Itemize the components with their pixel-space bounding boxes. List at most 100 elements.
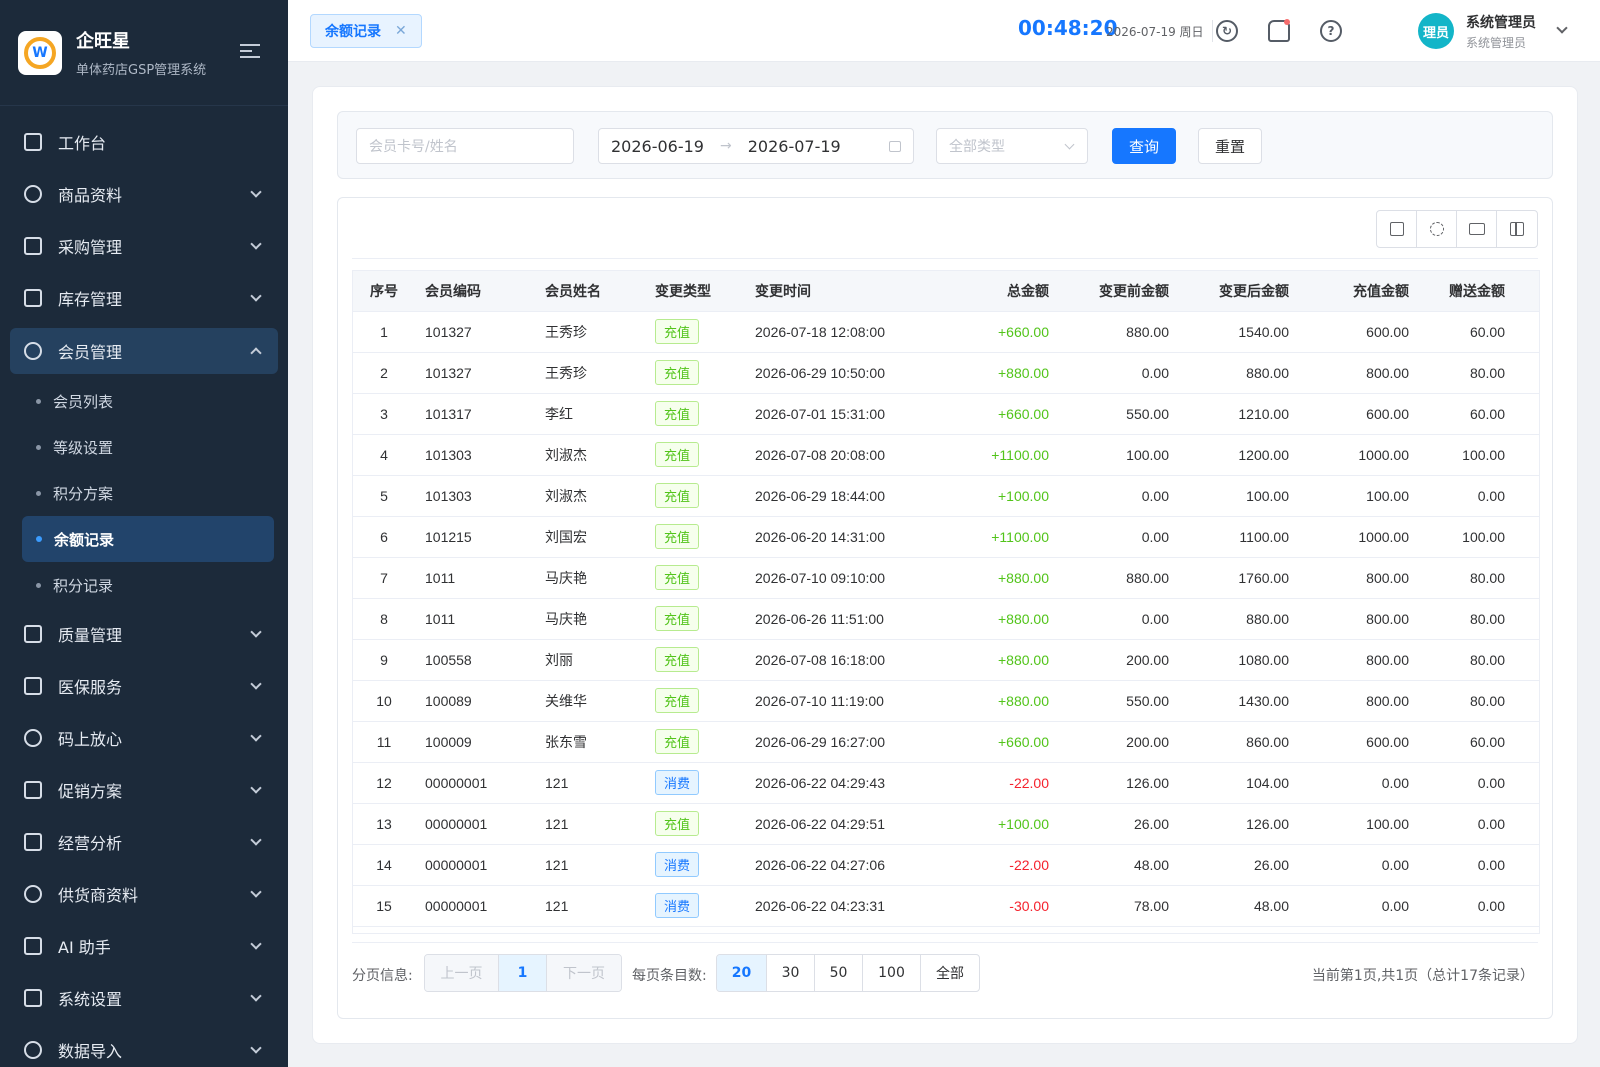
settings-button[interactable] [1417, 211, 1457, 247]
column-header[interactable]: 变更类型 [645, 271, 745, 312]
chevron-down-icon [250, 626, 262, 638]
table-row[interactable]: 13 00000001 121 充值 2026-06-22 04:29:51 +100.0… [353, 803, 1539, 845]
bell-icon[interactable] [1268, 19, 1290, 42]
print-button[interactable] [1457, 211, 1497, 247]
page-size-option[interactable]: 全部 [921, 955, 979, 991]
sidebar-item-3[interactable]: 库存管理 [0, 272, 288, 324]
table-row[interactable]: 14 00000001 121 消费 2026-06-22 04:27:06 -22.00… [353, 844, 1539, 886]
sidebar-subitem-0[interactable]: 会员列表 [22, 378, 274, 424]
sidebar-item-1[interactable]: 商品资料 [0, 168, 288, 220]
table-cell: 600.00 [1305, 311, 1425, 353]
date-range-picker[interactable]: 2026-06-19 → 2026-07-19 [598, 128, 914, 164]
sidebar-item-4[interactable]: 会员管理 [10, 328, 278, 374]
column-header[interactable]: 变更时间 [745, 271, 955, 312]
search-bar: 会员卡号/姓名 2026-06-19 → 2026-07-19 全部类型 查询 … [337, 111, 1553, 179]
table-row[interactable]: 12 00000001 121 消费 2026-06-22 04:29:43 -22.00… [353, 762, 1539, 804]
sidebar-subitem-2[interactable]: 积分方案 [22, 470, 274, 516]
sidebar-subitem-3[interactable]: 余额记录 [22, 516, 274, 562]
table-cell: 108.00 [1065, 926, 1185, 933]
table-cell: 101303 [415, 434, 535, 476]
table-cell: 600.00 [1305, 393, 1425, 435]
sidebar-subitem-1[interactable]: 等级设置 [22, 424, 274, 470]
sidebar-item-2[interactable]: 采购管理 [0, 220, 288, 272]
table-cell: 2026-06-22 04:23:31 [745, 885, 955, 927]
table-cell: 8 [353, 598, 415, 640]
prev-page-button[interactable]: 上一页 [425, 955, 499, 991]
tab-balance-records[interactable]: 余额记录 ✕ [310, 14, 422, 48]
tab-label: 余额记录 [325, 24, 381, 40]
bullet-icon [36, 490, 41, 496]
table-row[interactable]: 11 100009 张东雪 充值 2026-06-29 16:27:00 +660.00 2… [353, 721, 1539, 763]
page-size-option[interactable]: 20 [717, 955, 767, 991]
page-size-option[interactable]: 30 [767, 955, 815, 991]
sidebar-item-0[interactable]: 工作台 [0, 116, 288, 168]
table-row[interactable]: 3 101317 李红 充值 2026-07-01 15:31:00 +660.00 550… [353, 393, 1539, 435]
column-header[interactable]: 序号 [353, 271, 415, 312]
table-row[interactable]: 2 101327 王秀珍 充值 2026-06-29 10:50:00 +880.00 0.… [353, 352, 1539, 394]
table-row[interactable]: 1 101327 王秀珍 充值 2026-07-18 12:08:00 +660.00 88… [353, 311, 1539, 353]
column-header[interactable]: 会员姓名 [535, 271, 645, 312]
columns-button[interactable] [1497, 211, 1537, 247]
column-header[interactable]: 变更前金额 [1065, 271, 1185, 312]
sidebar-subitem-4[interactable]: 积分记录 [22, 562, 274, 608]
table-row[interactable]: 5 101303 刘淑杰 充值 2026-06-29 18:44:00 +100.00 0.… [353, 475, 1539, 517]
sidebar-item-6[interactable]: 医保服务 [0, 660, 288, 712]
table-row[interactable]: 4 101303 刘淑杰 充值 2026-07-08 20:08:00 +1100.00 1… [353, 434, 1539, 476]
column-header[interactable]: 充值金额 [1305, 271, 1425, 312]
avatar[interactable]: 理员 [1418, 13, 1454, 49]
chevron-down-icon [250, 782, 262, 794]
user-name[interactable]: 系统管理员 [1466, 12, 1536, 32]
table-cell: 550.00 [1065, 393, 1185, 435]
table-cell: 1200.00 [1185, 434, 1305, 476]
table-cell: 1540.00 [1185, 311, 1305, 353]
dashboard-icon [24, 133, 42, 151]
column-header[interactable]: 会员编码 [415, 271, 535, 312]
sidebar-item-8[interactable]: 促销方案 [0, 764, 288, 816]
column-header[interactable]: 总金额 [955, 271, 1065, 312]
page-size-option[interactable]: 100 [863, 955, 921, 991]
sidebar-item-5[interactable]: 质量管理 [0, 608, 288, 660]
table-row[interactable]: 8 1011 马庆艳 充值 2026-06-26 11:51:00 +880.00 0.00… [353, 598, 1539, 640]
table-cell: 2 [353, 352, 415, 394]
table-row[interactable]: 9 100558 刘丽 充值 2026-07-08 16:18:00 +880.00 200… [353, 639, 1539, 681]
column-header[interactable]: 赠送金额 [1425, 271, 1539, 312]
table-cell: 13 [353, 803, 415, 845]
sidebar-item-11[interactable]: AI 助手 [0, 920, 288, 972]
sidebar-item-10[interactable]: 供货商资料 [0, 868, 288, 920]
member-search-input[interactable]: 会员卡号/姓名 [356, 128, 574, 164]
table-cell: +100.00 [955, 475, 1065, 517]
table-cell: 80.00 [1425, 598, 1539, 640]
type-select[interactable]: 全部类型 [936, 128, 1088, 164]
sidebar-item-12[interactable]: 系统设置 [0, 972, 288, 1024]
table-cell: 2026-07-18 12:08:00 [745, 311, 955, 353]
table-row[interactable]: 1600000001121消费2026-06-22 04:22:10-30.00… [353, 926, 1539, 933]
page-button-current[interactable]: 1 [499, 955, 547, 991]
table-cell: 121 [535, 762, 645, 804]
sidebar-item-label: 采购管理 [58, 238, 123, 257]
table-cell: 0.00 [1305, 926, 1425, 933]
sidebar-item-9[interactable]: 经营分析 [0, 816, 288, 868]
table-row[interactable]: 10 100089 关维华 充值 2026-07-10 11:19:00 +880.00 5… [353, 680, 1539, 722]
table-row[interactable]: 6 101215 刘国宏 充值 2026-06-20 14:31:00 +1100.00 0… [353, 516, 1539, 558]
column-header[interactable]: 变更后金额 [1185, 271, 1305, 312]
table-row[interactable]: 7 1011 马庆艳 充值 2026-07-10 09:10:00 +880.00 880.… [353, 557, 1539, 599]
reset-button[interactable]: 重置 [1198, 128, 1262, 164]
table-scroll-area[interactable]: 序号 会员编码 会员姓名 变更类型 变更时间 总金额 变更前金额 变更后金额 充值金额 赠送金额 … [352, 270, 1540, 934]
user-dropdown-icon[interactable] [1556, 22, 1568, 34]
tab-close-icon[interactable]: ✕ [395, 23, 407, 39]
table-cell: 00000001 [415, 762, 535, 804]
refresh-icon[interactable]: ↻ [1216, 20, 1238, 42]
sidebar-item-13[interactable]: 数据导入 [0, 1024, 288, 1067]
page-size-option[interactable]: 50 [815, 955, 863, 991]
table-row[interactable]: 15 00000001 121 消费 2026-06-22 04:23:31 -30.00… [353, 885, 1539, 927]
bullet-icon [36, 398, 41, 404]
sidebar-item-7[interactable]: 码上放心 [0, 712, 288, 764]
next-page-button[interactable]: 下一页 [547, 955, 621, 991]
fullscreen-button[interactable] [1377, 211, 1417, 247]
table-cell: 1011 [415, 598, 535, 640]
date-range-arrow-icon: → [719, 138, 732, 154]
shield-icon [24, 677, 42, 695]
menu-collapse-icon[interactable] [240, 44, 260, 60]
query-button[interactable]: 查询 [1112, 128, 1176, 164]
help-icon[interactable]: ? [1320, 20, 1342, 42]
